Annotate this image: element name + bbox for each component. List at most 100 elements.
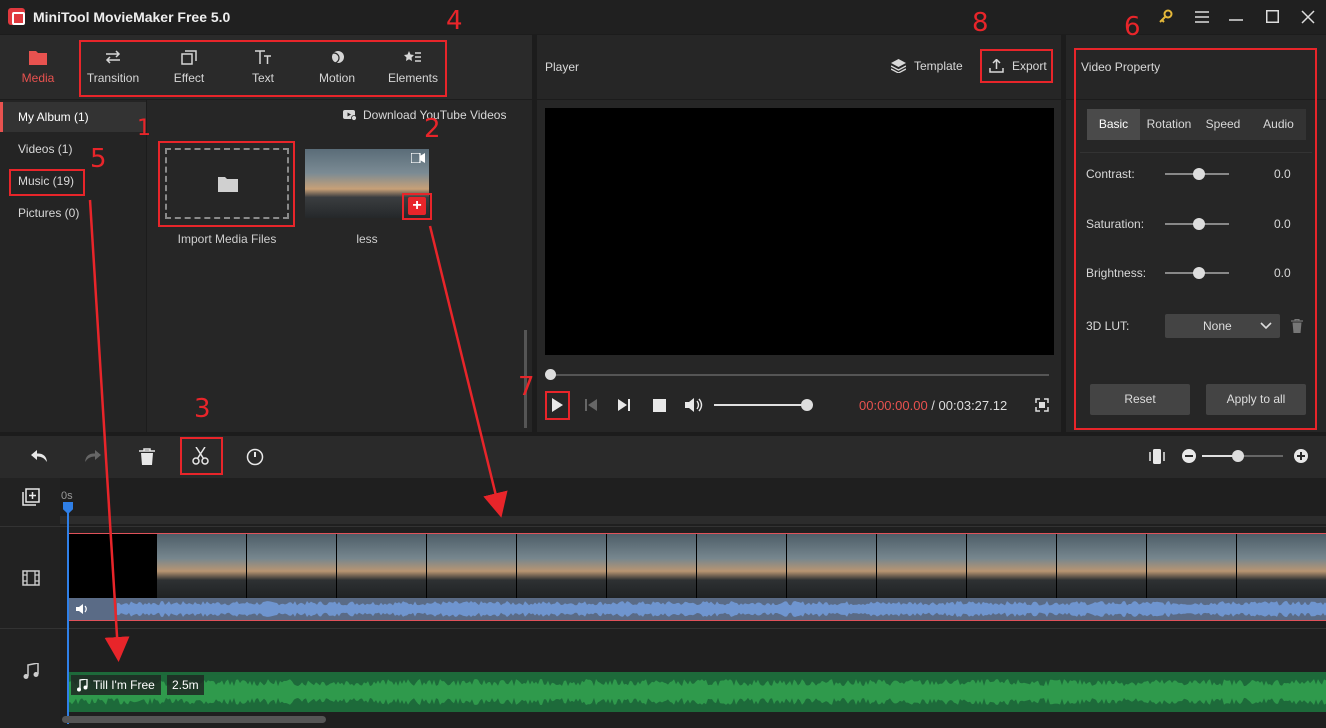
- menu-icon[interactable]: [1188, 4, 1216, 30]
- scissors-icon: [192, 446, 209, 465]
- video-frame-thumbnail: [877, 534, 966, 598]
- app-title: MiniTool MovieMaker Free 5.0: [33, 9, 231, 25]
- minus-icon: [1185, 455, 1193, 457]
- maximize-icon[interactable]: [1258, 4, 1286, 30]
- annotation-number-2: 2: [424, 114, 441, 144]
- stop-button[interactable]: [653, 399, 666, 412]
- tab-text[interactable]: Text: [227, 35, 299, 99]
- sidebar-item-music[interactable]: Music (19): [0, 166, 146, 196]
- timeline: 0s Till I'm Free 2.5m: [0, 478, 1326, 728]
- timeline-ruler-band: [60, 516, 1326, 524]
- video-clip[interactable]: [68, 533, 1326, 621]
- add-to-timeline-button[interactable]: +: [408, 197, 426, 215]
- app-logo-icon: [8, 8, 25, 25]
- zoom-out-button[interactable]: [1182, 449, 1196, 463]
- delete-button[interactable]: [139, 448, 155, 468]
- tab-effect[interactable]: Effect: [153, 35, 225, 99]
- sidebar-item-pictures[interactable]: Pictures (0): [0, 198, 146, 228]
- brightness-slider-handle[interactable]: [1193, 267, 1205, 279]
- undo-button[interactable]: [30, 448, 48, 467]
- tab-motion[interactable]: Motion: [301, 35, 373, 99]
- video-property-title: Video Property: [1081, 60, 1161, 74]
- play-icon: [552, 398, 563, 412]
- template-button[interactable]: Template: [890, 59, 963, 74]
- plus-icon-v: [1300, 452, 1302, 460]
- chevron-down-icon: [1260, 322, 1272, 330]
- previous-frame-button[interactable]: [584, 397, 598, 416]
- redo-button[interactable]: [84, 448, 102, 467]
- text-icon: [255, 50, 271, 64]
- tab-transition[interactable]: Transition: [77, 35, 149, 99]
- video-clip-thumbnail[interactable]: +: [305, 149, 429, 218]
- music-clip-name: Till I'm Free: [93, 678, 155, 692]
- volume-handle[interactable]: [801, 399, 813, 411]
- transition-icon: [105, 50, 121, 64]
- fit-timeline-button[interactable]: [1149, 448, 1165, 468]
- tab-label: Transition: [86, 71, 140, 85]
- speed-button[interactable]: [246, 448, 264, 469]
- import-media-button[interactable]: [165, 148, 289, 219]
- export-button[interactable]: Export: [989, 58, 1047, 73]
- tab-speed[interactable]: Speed: [1196, 109, 1250, 140]
- tab-basic[interactable]: Basic: [1087, 109, 1140, 140]
- fit-icon: [1149, 449, 1165, 464]
- timeline-scrollbar[interactable]: [62, 716, 326, 723]
- annotation-number-8: 8: [972, 8, 989, 38]
- minimize-icon[interactable]: [1222, 4, 1250, 30]
- elements-icon: [404, 51, 421, 62]
- tab-elements[interactable]: Elements: [377, 35, 449, 99]
- annotation-number-1: 1: [137, 116, 151, 141]
- close-icon[interactable]: [1294, 4, 1322, 30]
- zoom-in-button[interactable]: [1294, 449, 1308, 463]
- export-icon: [989, 58, 1004, 73]
- add-track-icon: [22, 488, 40, 506]
- zoom-slider-handle[interactable]: [1232, 450, 1244, 462]
- add-track-button[interactable]: [22, 488, 40, 509]
- tab-rotation[interactable]: Rotation: [1142, 109, 1196, 140]
- app-window: MiniTool MovieMaker Free 5.0 Media Trans…: [0, 0, 1326, 728]
- track-divider: [0, 526, 1326, 527]
- music-note-icon: [77, 679, 88, 692]
- clip-volume-icon[interactable]: [75, 603, 89, 615]
- music-clip-duration: 2.5m: [167, 675, 204, 695]
- time-separator: /: [927, 398, 939, 413]
- annotation-number-5: 5: [90, 144, 107, 174]
- brightness-label: Brightness:: [1086, 266, 1147, 280]
- video-frame-thumbnail: [1237, 534, 1326, 598]
- tab-media[interactable]: Media: [2, 35, 74, 99]
- annotation-number-6: 6: [1124, 12, 1141, 42]
- tab-audio[interactable]: Audio: [1251, 109, 1306, 140]
- music-clip[interactable]: Till I'm Free 2.5m: [68, 672, 1326, 712]
- player-progress-track[interactable]: [550, 374, 1049, 376]
- key-icon[interactable]: [1152, 4, 1180, 30]
- ruler-start-label: 0s: [61, 490, 73, 502]
- video-track-icon: [22, 570, 40, 589]
- video-frame-thumbnail: [967, 534, 1056, 598]
- annotation-number-7: 7: [518, 372, 535, 402]
- split-button[interactable]: [192, 446, 209, 468]
- contrast-slider-handle[interactable]: [1193, 168, 1205, 180]
- video-frame-thumbnail: [247, 534, 336, 598]
- next-frame-button[interactable]: [617, 397, 631, 416]
- lut-select[interactable]: None: [1165, 314, 1280, 338]
- fullscreen-button[interactable]: [1035, 398, 1049, 415]
- play-button[interactable]: [548, 396, 566, 414]
- sidebar-item-videos[interactable]: Videos (1): [0, 134, 146, 164]
- youtube-icon: [343, 110, 357, 121]
- video-clip-name: less: [356, 232, 378, 246]
- media-toolbar: Media Transition Effect Text Motion Elem…: [0, 35, 532, 99]
- time-readout: 00:00:00.00 / 00:03:27.12: [859, 398, 1007, 413]
- reset-button[interactable]: Reset: [1090, 384, 1190, 415]
- saturation-label: Saturation:: [1086, 217, 1145, 231]
- skip-forward-icon: [618, 399, 630, 411]
- saturation-slider-handle[interactable]: [1193, 218, 1205, 230]
- player-panel: Player Template Export 00:00:00.00 / 00:…: [537, 35, 1061, 432]
- sidebar-item-my-album[interactable]: My Album (1): [0, 102, 146, 132]
- player-progress-handle[interactable]: [545, 369, 556, 380]
- apply-to-all-button[interactable]: Apply to all: [1206, 384, 1306, 415]
- template-label: Template: [914, 59, 963, 73]
- lut-delete-button[interactable]: [1291, 318, 1303, 336]
- video-frame-thumbnail: [787, 534, 876, 598]
- property-divider: [1066, 99, 1326, 100]
- volume-button[interactable]: [684, 397, 704, 416]
